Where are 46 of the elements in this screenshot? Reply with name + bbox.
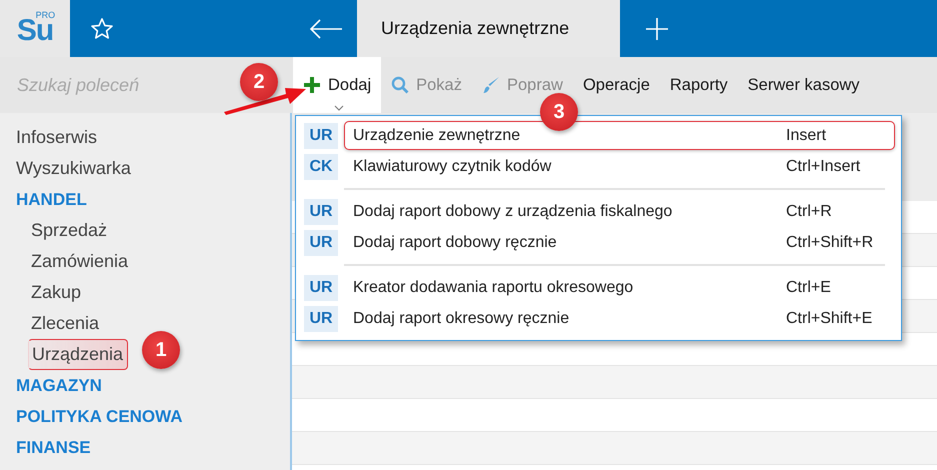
sidebar-item[interactable]: Urządzenia: [28, 339, 128, 370]
code-badge-icon: UR: [304, 122, 338, 148]
plus-icon[interactable]: [645, 16, 669, 40]
tab[interactable]: Urządzenia zewnętrzne: [357, 0, 620, 57]
toolbar-button[interactable]: Raporty: [660, 57, 738, 113]
menu-item-label: Urządzenie zewnętrzne: [353, 126, 522, 144]
sidebar-section[interactable]: HANDEL: [0, 184, 290, 215]
menu-item[interactable]: Dodaj raport okresowy ręcznie Ctrl+Shift+E: [344, 304, 895, 333]
sidebar-section[interactable]: FINANSE: [0, 432, 290, 463]
sidebar-item[interactable]: Sprzedaż: [0, 215, 290, 246]
code-badge-icon: UR: [304, 230, 338, 256]
menu-item-label: Klawiaturowy czytnik kodów: [353, 158, 552, 176]
sidebar-section[interactable]: MAGAZYN: [0, 370, 290, 401]
menu-item-label: Dodaj raport okresowy ręcznie: [353, 310, 570, 328]
sidebar-item[interactable]: Infoserwis: [0, 122, 290, 153]
toolbar-button[interactable]: Serwer kasowy: [738, 57, 870, 113]
menu-item[interactable]: Dodaj raport dobowy z urządzenia fiskalnego Ctrl+R: [344, 197, 895, 226]
shortcut-label: Ctrl+R: [785, 202, 833, 220]
sidebar-section[interactable]: POLITYKA CENOWA: [0, 401, 290, 432]
sidebar-item[interactable]: Wyszukiwarka: [0, 153, 290, 184]
shortcut-label: Insert: [785, 126, 828, 144]
search-icon: [391, 76, 410, 94]
menu-item[interactable]: Dodaj raport dobowy ręcznie Ctrl+Shift+R: [344, 228, 895, 257]
menu-item[interactable]: Klawiaturowy czytnik kodów Ctrl+Insert: [344, 152, 895, 181]
brush-icon: [482, 76, 500, 94]
star-icon[interactable]: [90, 16, 114, 40]
plus-icon: [303, 76, 321, 94]
shortcut-label: Ctrl+Shift+E: [785, 310, 874, 328]
shortcut-label: Ctrl+Insert: [785, 158, 862, 176]
code-badge-icon: CK: [304, 154, 338, 180]
code-badge-icon: UR: [304, 198, 338, 224]
sidebar-item[interactable]: Zakup: [0, 277, 290, 308]
code-badge-icon: UR: [304, 274, 338, 300]
menu-item[interactable]: Urządzenie zewnętrzne Insert: [344, 121, 895, 150]
shortcut-label: Ctrl+E: [785, 278, 832, 296]
menu-item[interactable]: Kreator dodawania raportu okresowego Ctrl+E: [344, 273, 895, 302]
caret-icon: [334, 105, 344, 111]
shortcut-label: Ctrl+Shift+R: [785, 234, 874, 252]
menu-item-label: Dodaj raport dobowy ręcznie: [353, 234, 558, 252]
back-arrow-icon[interactable]: [309, 18, 343, 38]
toolbar-button[interactable]: Dodaj: [293, 57, 382, 113]
menu-item-label: Kreator dodawania raportu okresowego: [353, 278, 634, 296]
code-badge-icon: UR: [304, 306, 338, 332]
menu-item-label: Dodaj raport dobowy z urządzenia fiskalnego: [353, 202, 674, 220]
sidebar-item[interactable]: Zamówienia: [0, 246, 290, 277]
logo: SuPRO: [16, 12, 54, 46]
